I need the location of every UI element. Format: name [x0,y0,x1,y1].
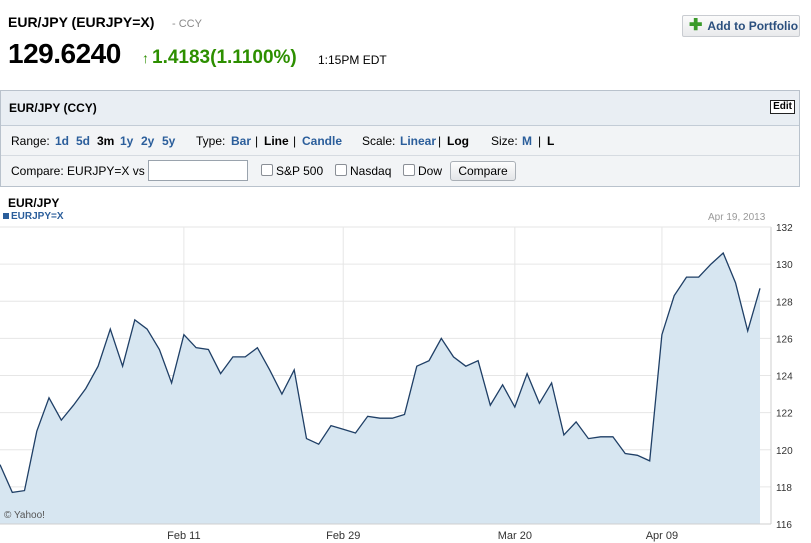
x-tick-label: Mar 20 [498,530,532,542]
area-fill [0,253,760,524]
y-tick-label: 132 [776,223,793,234]
y-tick-label: 118 [776,483,792,494]
x-tick-label: Feb 29 [326,530,360,542]
x-tick-label: Apr 09 [646,530,678,542]
copyright: © Yahoo! [4,510,45,521]
y-tick-label: 130 [776,260,793,271]
y-tick-label: 116 [776,520,792,531]
x-tick-label: Feb 11 [167,530,200,542]
y-tick-label: 128 [776,297,793,308]
y-tick-label: 122 [776,409,793,420]
y-tick-label: 124 [776,372,793,383]
price-chart: 116 118 120 122 124 126 128 130 132 Feb 11 Feb 29 M… [0,223,793,542]
y-tick-label: 120 [776,446,793,457]
y-tick-label: 126 [776,334,793,345]
